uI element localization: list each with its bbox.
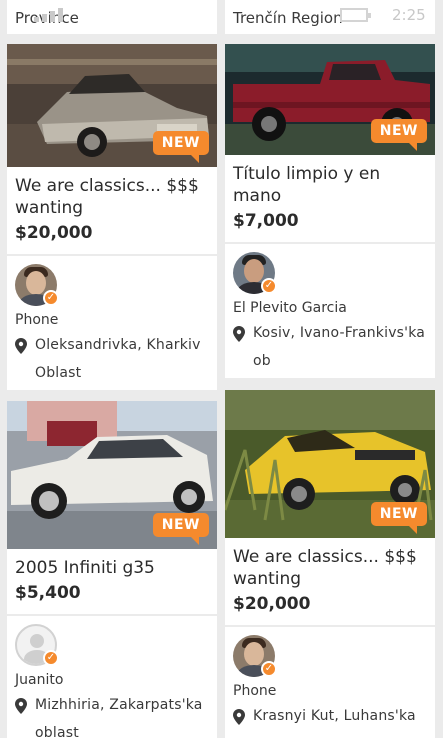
new-badge: NEW: [152, 131, 209, 163]
new-badge: NEW: [370, 502, 427, 534]
check-badge-icon: ✓: [261, 661, 277, 677]
seller-card-2[interactable]: ✓ El Plevito Garcia Kosiv, Ivano-Frankiv…: [225, 244, 435, 378]
map-pin-icon: [15, 338, 27, 354]
check-badge-icon: ✓: [43, 650, 59, 666]
status-time: 2:25: [392, 6, 426, 24]
seller-name: Phone: [233, 683, 277, 699]
listing-photo-1[interactable]: NEW: [7, 44, 217, 167]
listing-price: $5,400: [15, 583, 81, 603]
listing-card-1[interactable]: NEW We are classics... $$$ wanting $20,0…: [7, 44, 217, 254]
seller-name: El Plevito Garcia: [233, 300, 347, 316]
listing-card-2[interactable]: NEW Título limpio y en mano $7,000: [225, 44, 435, 242]
seller-card-1[interactable]: ✓ Phone Oleksandrivka, Kharkiv Oblast: [7, 256, 217, 390]
listing-photo-2[interactable]: NEW: [225, 44, 435, 155]
listing-title[interactable]: We are classics... $$$ wanting: [7, 167, 217, 219]
listing-photo-3[interactable]: NEW: [7, 401, 217, 549]
map-pin-icon: [15, 698, 27, 714]
map-pin-icon: [233, 326, 245, 342]
listing-title[interactable]: Título limpio y en mano: [225, 155, 435, 207]
seller-card-4[interactable]: ✓ Phone Krasnyi Kut, Luhans'ka: [225, 627, 435, 738]
listing-photo-4[interactable]: NEW: [225, 390, 435, 538]
new-badge: NEW: [152, 513, 209, 545]
listing-price: $7,000: [233, 211, 299, 231]
top-card-right-text: Trenčín Region: [233, 9, 343, 27]
seller-location: Krasnyi Kut, Luhans'ka: [253, 708, 416, 724]
listings-feed: Province Trenčín Region 2:25 NEW We: [0, 0, 443, 738]
listing-card-4[interactable]: NEW We are classics... $$$ wanting $20,0…: [225, 390, 435, 625]
listing-title[interactable]: 2005 Infiniti g35: [7, 549, 217, 579]
map-pin-icon: [233, 709, 245, 725]
battery-icon: [340, 8, 371, 22]
listing-card-3[interactable]: NEW 2005 Infiniti g35 $5,400: [7, 401, 217, 614]
new-badge: NEW: [370, 119, 427, 151]
listing-price: $20,000: [233, 594, 311, 614]
seller-name: Juanito: [15, 672, 64, 688]
signal-icon: [34, 6, 78, 22]
seller-location: Kosiv, Ivano-Frankivs'ka ob: [253, 325, 426, 369]
seller-location: Oleksandrivka, Kharkiv Oblast: [35, 337, 201, 381]
seller-name: Phone: [15, 312, 59, 328]
check-badge-icon: ✓: [43, 290, 59, 306]
seller-card-3[interactable]: ✓ Juanito Mizhhiria, Zakarpats'ka oblast: [7, 616, 217, 738]
check-badge-icon: ✓: [261, 278, 277, 294]
listing-price: $20,000: [15, 223, 93, 243]
seller-location: Mizhhiria, Zakarpats'ka oblast: [35, 697, 203, 738]
listing-title[interactable]: We are classics... $$$ wanting: [225, 538, 435, 590]
